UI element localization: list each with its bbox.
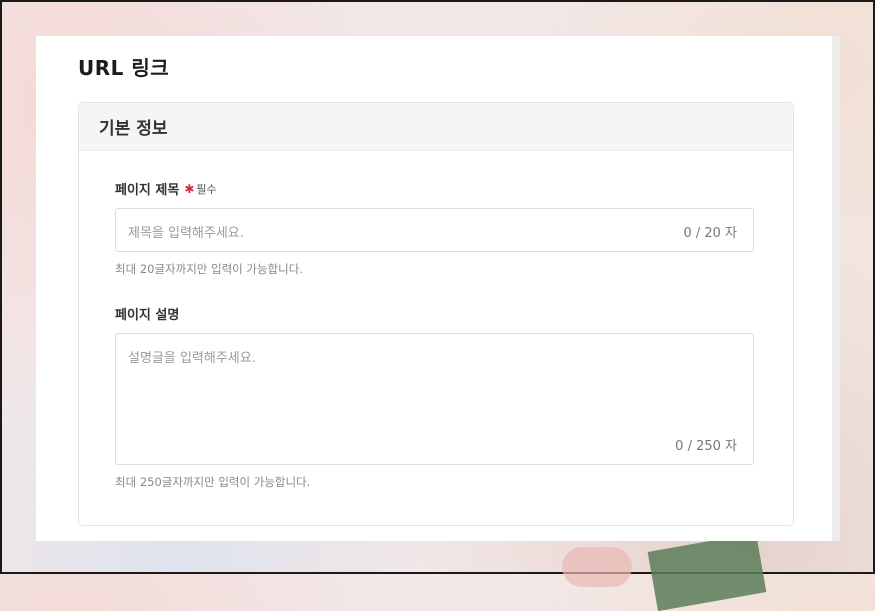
- page-description-counter: 0 / 250 자: [675, 439, 737, 454]
- page-title-label-row: 페이지 제목 ✱ 필수: [115, 179, 217, 199]
- basic-info-card: 기본 정보 페이지 제목 ✱ 필수 제목을 입력해주세요. 0 / 20 자 최…: [78, 102, 794, 526]
- background-decoration: [562, 547, 632, 587]
- page-description-help: 최대 250글자까지만 입력이 가능합니다.: [115, 475, 311, 489]
- page-description-label-row: 페이지 설명: [115, 304, 179, 323]
- page-title-help: 최대 20글자까지만 입력이 가능합니다.: [115, 262, 303, 276]
- page-title-counter: 0 / 20 자: [683, 226, 737, 241]
- page-description-placeholder: 설명글을 입력해주세요.: [128, 351, 256, 366]
- required-text: 필수: [196, 182, 217, 196]
- background-decoration: [647, 532, 767, 611]
- page-description-textarea[interactable]: 설명글을 입력해주세요. 0 / 250 자: [115, 333, 754, 465]
- section-header: 기본 정보: [79, 103, 793, 151]
- settings-panel: URL 링크 기본 정보 페이지 제목 ✱ 필수 제목을 입력해주세요. 0 /…: [36, 36, 832, 541]
- panel-edge: [832, 36, 840, 541]
- page-title: URL 링크: [78, 56, 170, 80]
- required-icon: ✱: [184, 181, 195, 196]
- page-title-label: 페이지 제목: [115, 183, 180, 198]
- page-title-placeholder: 제목을 입력해주세요.: [128, 226, 244, 241]
- page-description-label: 페이지 설명: [115, 308, 180, 323]
- page-title-input[interactable]: 제목을 입력해주세요. 0 / 20 자: [115, 208, 754, 252]
